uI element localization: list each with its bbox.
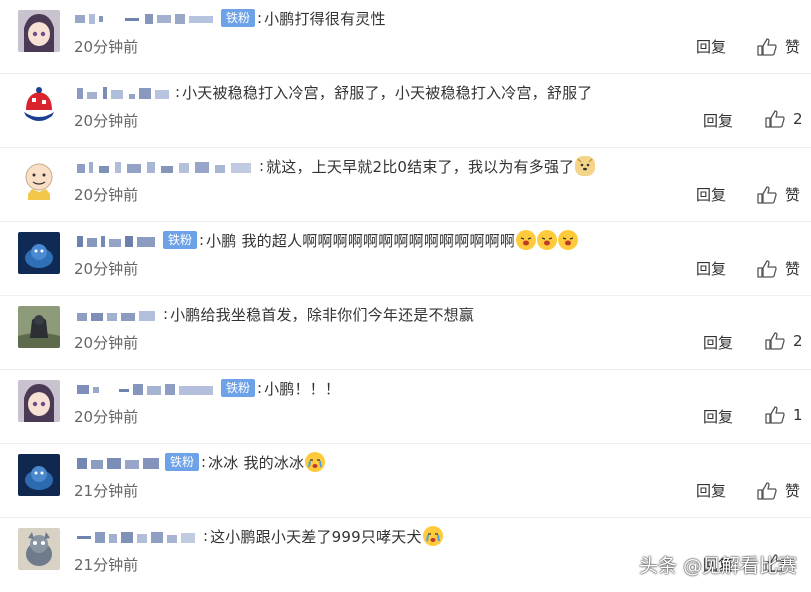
colon: :: [199, 231, 205, 249]
like-button[interactable]: 1: [765, 406, 803, 424]
cheering-emoji-icon: [558, 230, 579, 250]
username-obscured[interactable]: [75, 530, 199, 543]
doge-emoji-icon: [575, 156, 596, 176]
thumbs-up-icon: [765, 332, 785, 350]
like-button[interactable]: 赞: [757, 480, 800, 501]
like-count: 赞: [785, 186, 801, 204]
like-count: 2: [793, 110, 803, 128]
avatar[interactable]: [18, 528, 60, 570]
colon: :: [259, 157, 265, 175]
comment-time: 20分钟前: [74, 112, 139, 130]
crying-emoji-icon: [305, 452, 326, 472]
comment-time: 21分钟前: [74, 556, 139, 574]
colon: :: [257, 379, 263, 397]
cheering-emoji-icon: [516, 230, 537, 250]
colon: :: [257, 9, 263, 27]
colon: :: [175, 83, 181, 101]
username-obscured[interactable]: [75, 160, 255, 173]
avatar[interactable]: [18, 454, 60, 496]
avatar[interactable]: [18, 232, 60, 274]
crying-emoji-icon: [422, 526, 443, 546]
comment-text: 冰冰 我的冰冰: [208, 453, 305, 472]
reply-button[interactable]: 回复: [696, 184, 726, 205]
comment-text: 就这，上天早就2比0结束了，我以为有多强了: [266, 157, 575, 176]
comment-text: 小鹏！！！: [264, 379, 341, 398]
reply-button[interactable]: 回复: [703, 406, 733, 427]
cheering-emoji-icon: [537, 230, 558, 250]
comment-time: 20分钟前: [74, 260, 139, 278]
like-button[interactable]: 2: [765, 332, 803, 350]
avatar[interactable]: [18, 380, 60, 422]
comment-list: 铁粉 : 小鹏打得很有灵性 20分钟前 回复 赞: 小天被稳稳打入冷宫，舒服了…: [0, 0, 811, 592]
username-obscured[interactable]: [75, 456, 161, 469]
comment-item: 铁粉 : 小鹏 我的超人啊啊啊啊啊啊啊啊啊啊啊啊啊啊 20分钟前 回复 赞: [0, 222, 811, 296]
thumbs-up-icon: [765, 406, 785, 424]
comment-item: 铁粉 : 小鹏！！！ 20分钟前 回复 1: [0, 370, 811, 444]
comment-time: 20分钟前: [74, 186, 139, 204]
like-button[interactable]: 赞: [757, 184, 800, 205]
fan-badge: 铁粉: [163, 231, 198, 249]
colon: :: [201, 453, 207, 471]
like-count: 赞: [785, 38, 801, 56]
avatar[interactable]: [18, 10, 60, 52]
like-button[interactable]: 赞: [757, 258, 800, 279]
like-count: 1: [793, 406, 803, 424]
thumbs-up-icon: [757, 185, 777, 204]
comment-item: 铁粉 : 冰冰 我的冰冰 21分钟前 回复 赞: [0, 444, 811, 518]
reply-button[interactable]: 回复: [696, 36, 726, 57]
like-count: 赞: [785, 482, 801, 500]
avatar[interactable]: [18, 158, 60, 200]
thumbs-up-icon: [757, 37, 777, 56]
comment-time: 20分钟前: [74, 334, 139, 352]
colon: :: [163, 305, 169, 323]
fan-badge: 铁粉: [165, 453, 200, 471]
reply-button[interactable]: 回复: [703, 110, 733, 131]
comment-text: 小鹏打得很有灵性: [264, 9, 386, 28]
comment-text: 小鹏 我的超人啊啊啊啊啊啊啊啊啊啊啊啊啊啊: [206, 231, 516, 250]
comment-item: : 就这，上天早就2比0结束了，我以为有多强了 20分钟前 回复 赞: [0, 148, 811, 222]
comment-time: 21分钟前: [74, 482, 139, 500]
comment-text: 小天被稳稳打入冷宫，舒服了，小天被稳稳打入冷宫，舒服了: [182, 83, 593, 102]
fan-badge: 铁粉: [221, 9, 256, 27]
username-obscured[interactable]: [75, 382, 217, 395]
reply-button[interactable]: 回复: [703, 332, 733, 353]
comment-time: 20分钟前: [74, 408, 139, 426]
like-count: 2: [793, 332, 803, 350]
avatar[interactable]: [18, 84, 60, 126]
username-obscured[interactable]: [75, 234, 159, 247]
comment-text: 这小鹏跟小天差了999只哮天犬: [210, 527, 422, 546]
username-obscured[interactable]: [75, 12, 217, 25]
thumbs-up-icon: [765, 110, 785, 128]
comment-item: : 小鹏给我坐稳首发，除非你们今年还是不想赢 20分钟前 回复 2: [0, 296, 811, 370]
comment-item: : 小天被稳稳打入冷宫，舒服了，小天被稳稳打入冷宫，舒服了 20分钟前 回复 2: [0, 74, 811, 148]
like-count: 赞: [785, 260, 801, 278]
thumbs-up-icon: [757, 259, 777, 278]
thumbs-up-icon: [757, 481, 777, 500]
like-button[interactable]: 2: [765, 110, 803, 128]
colon: :: [203, 527, 209, 545]
avatar[interactable]: [18, 306, 60, 348]
comment-text: 小鹏给我坐稳首发，除非你们今年还是不想赢: [170, 305, 475, 324]
reply-button[interactable]: 回复: [696, 258, 726, 279]
like-button[interactable]: 赞: [757, 36, 800, 57]
reply-button[interactable]: 回复: [696, 480, 726, 501]
fan-badge: 铁粉: [221, 379, 256, 397]
comment-time: 20分钟前: [74, 38, 139, 56]
username-obscured[interactable]: [75, 86, 171, 99]
watermark: 头条 @见解看比赛: [638, 555, 797, 577]
comment-item: 铁粉 : 小鹏打得很有灵性 20分钟前 回复 赞: [0, 0, 811, 74]
username-obscured[interactable]: [75, 308, 159, 321]
